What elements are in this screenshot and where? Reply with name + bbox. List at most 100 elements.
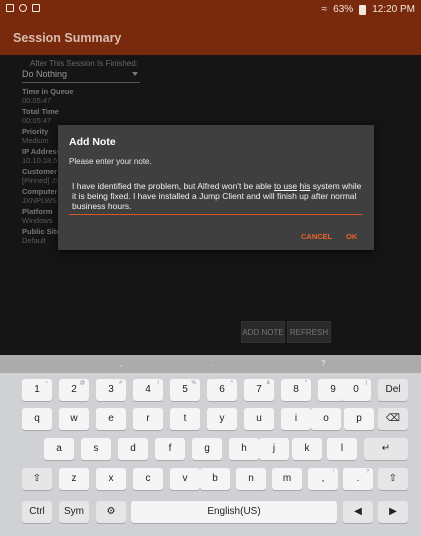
after-session-label: After This Session Is Finished: [30, 59, 138, 68]
left-arrow-key[interactable]: ◀ [343, 501, 373, 523]
key-6[interactable]: 6 ^ [207, 379, 237, 401]
key-o[interactable]: o [311, 408, 341, 430]
left-arrow-icon: ◀ [354, 506, 362, 517]
key-alt-label: ! [332, 469, 334, 475]
key-r[interactable]: r [133, 408, 163, 430]
key-f[interactable]: f [155, 438, 185, 460]
refresh-button[interactable]: REFRESH [287, 321, 331, 343]
key-l[interactable]: l [327, 438, 357, 460]
note-underlined-word: his [299, 181, 311, 191]
field-time-in-queue: Time in Queue 00:05:47 [22, 87, 74, 105]
on-screen-keyboard: , . ? 1~ 2@ 3# 4/ 5% 6^ 7& 8* 9( 0) Del … [0, 355, 421, 536]
backspace-key[interactable]: ⌫ [378, 408, 408, 430]
key-h[interactable]: h [229, 438, 259, 460]
key-label: 1 [34, 384, 40, 395]
key-label: 4 [145, 384, 151, 395]
key-label: 7 [256, 384, 262, 395]
key-y[interactable]: y [207, 408, 237, 430]
ok-button[interactable]: OK [346, 232, 357, 241]
note-input-underline [69, 214, 362, 215]
key-u[interactable]: u [244, 408, 274, 430]
shift-key-left[interactable]: ⇧ [22, 468, 52, 490]
after-session-dropdown[interactable]: Do Nothing [22, 69, 140, 83]
key-alt-label: * [305, 380, 307, 386]
key-g[interactable]: g [192, 438, 222, 460]
key-p[interactable]: p [344, 408, 374, 430]
key-comma[interactable]: ,! [308, 468, 338, 490]
key-label: 0 [353, 384, 359, 395]
key-s[interactable]: s [81, 438, 111, 460]
key-label: , [321, 473, 325, 484]
after-session-value: Do Nothing [22, 69, 68, 79]
key-7[interactable]: 7 & [244, 379, 274, 401]
suggestion-question[interactable]: ? [321, 359, 325, 368]
key-a[interactable]: a [44, 438, 74, 460]
add-note-dialog: Add Note Please enter your note. I have … [58, 125, 374, 250]
field-label: Customer [22, 167, 58, 176]
cancel-button[interactable]: CANCEL [301, 232, 332, 241]
note-text: I have identified the problem, but Alfre… [72, 181, 274, 191]
field-label: Computer [22, 187, 58, 196]
right-arrow-icon: ▶ [389, 506, 397, 517]
key-8[interactable]: 8 * [281, 379, 311, 401]
note-text-input[interactable]: I have identified the problem, but Alfre… [72, 181, 362, 211]
image-notification-icon [6, 4, 14, 12]
key-alt-label: & [266, 380, 270, 386]
shift-key-right[interactable]: ⇧ [378, 468, 408, 490]
key-b[interactable]: b [200, 468, 230, 490]
right-arrow-key[interactable]: ▶ [378, 501, 408, 523]
settings-key[interactable]: ⚙ [96, 501, 126, 523]
ctrl-key[interactable]: Ctrl [22, 501, 52, 523]
key-5[interactable]: 5% [170, 379, 200, 401]
field-value: Default [22, 236, 46, 245]
battery-icon [359, 4, 367, 15]
clock: 12:20 PM [372, 4, 415, 15]
key-1[interactable]: 1 ~ [22, 379, 52, 401]
key-4[interactable]: 4/ [133, 379, 163, 401]
key-label: 8 [293, 384, 299, 395]
add-note-button[interactable]: ADD NOTE [241, 321, 285, 343]
space-key[interactable]: English(US) [131, 501, 337, 523]
battery-percent: 63% [333, 4, 354, 15]
field-label: Platform [22, 207, 53, 216]
key-alt-label: / [157, 380, 159, 386]
key-period[interactable]: .? [343, 468, 373, 490]
key-z[interactable]: z [59, 468, 89, 490]
key-k[interactable]: k [292, 438, 322, 460]
field-priority: Priority Medium [22, 127, 49, 145]
suggestion-period[interactable]: . [212, 359, 214, 368]
field-public-site: Public Site Default [22, 227, 60, 245]
key-label: 9 [330, 384, 336, 395]
key-e[interactable]: e [96, 408, 126, 430]
key-q[interactable]: q [22, 408, 52, 430]
key-alt-label: @ [79, 380, 85, 386]
key-v[interactable]: v [170, 468, 200, 490]
key-alt-label: ? [366, 469, 369, 475]
enter-key[interactable]: ↵ [364, 438, 408, 460]
key-m[interactable]: m [272, 468, 302, 490]
key-i[interactable]: i [281, 408, 311, 430]
sym-key[interactable]: Sym [59, 501, 89, 523]
dialog-prompt: Please enter your note. [69, 157, 152, 166]
key-label: 6 [219, 384, 225, 395]
suggestion-comma[interactable]: , [120, 359, 122, 368]
key-j[interactable]: j [259, 438, 289, 460]
key-3[interactable]: 3 # [96, 379, 126, 401]
delete-key[interactable]: Del [378, 379, 408, 401]
key-c[interactable]: c [133, 468, 163, 490]
shift-icon: ⇧ [388, 473, 398, 484]
key-n[interactable]: n [236, 468, 266, 490]
field-value: Windows [22, 216, 53, 225]
key-alt-label: ^ [230, 380, 233, 386]
suggestion-bar: , . ? [0, 355, 421, 373]
key-2[interactable]: 2 @ [59, 379, 89, 401]
field-value: JXNPLWS [22, 196, 57, 205]
key-label: 3 [108, 384, 114, 395]
key-0[interactable]: 0) [341, 379, 371, 401]
key-w[interactable]: w [59, 408, 89, 430]
key-t[interactable]: t [170, 408, 200, 430]
key-x[interactable]: x [96, 468, 126, 490]
key-label: 2 [71, 384, 77, 395]
wifi-icon: ≈ [321, 4, 328, 15]
key-d[interactable]: d [118, 438, 148, 460]
